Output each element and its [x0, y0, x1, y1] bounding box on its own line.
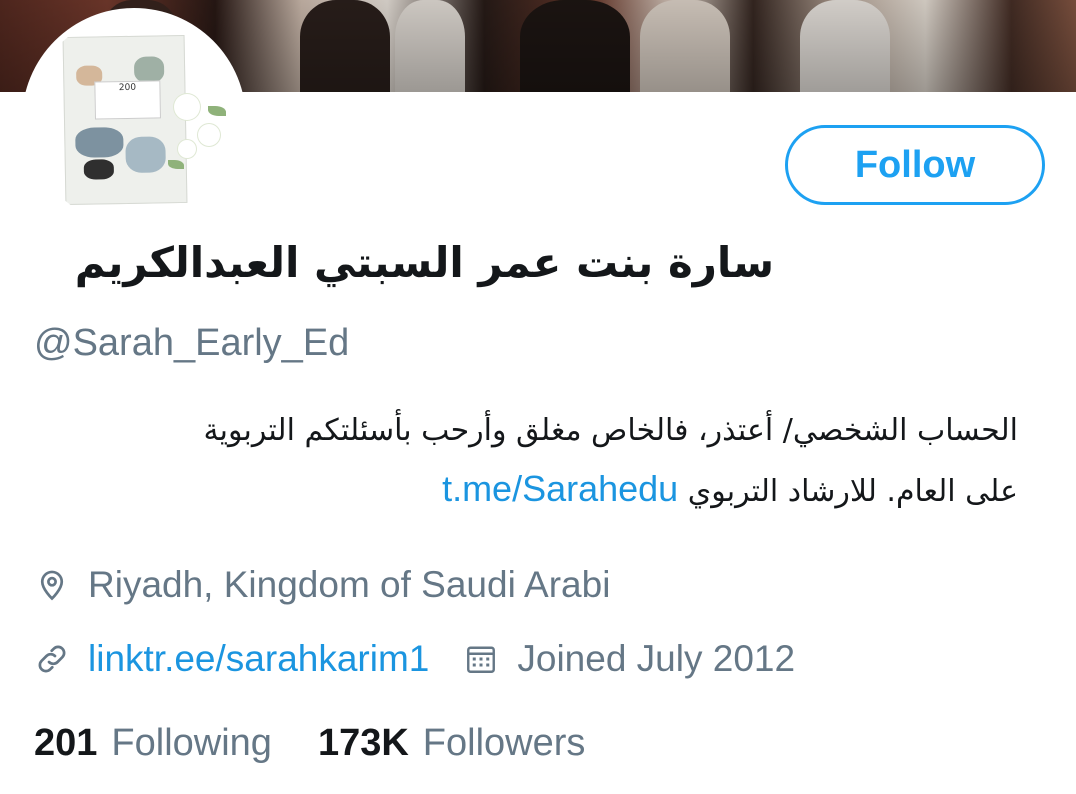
flower-decoration	[198, 124, 220, 146]
user-handle: @Sarah_Early_Ed	[34, 322, 350, 364]
joined-date: Joined July 2012	[517, 638, 796, 679]
book-decoration	[83, 159, 115, 180]
flower-decoration	[178, 140, 196, 158]
book-decoration	[125, 136, 166, 173]
leaf-decoration	[208, 106, 226, 116]
bio-line: على العام. للارشاد التربوي t.me/Sarahedu	[30, 460, 1018, 521]
following-label: Following	[111, 722, 272, 764]
avatar[interactable]: 200	[28, 14, 240, 226]
website-joined-row: linktr.ee/sarahkarim1 Joined July 2012	[34, 638, 795, 680]
bio-text: على العام. للارشاد التربوي	[687, 474, 1018, 509]
location-pin-icon	[40, 570, 64, 601]
link-icon	[38, 645, 66, 673]
followers-count: 173K	[317, 722, 409, 764]
book-decoration	[133, 56, 165, 83]
followers-stat[interactable]: 173K Followers	[318, 722, 585, 765]
calendar-icon	[467, 646, 496, 673]
avatar-book-cover: 200	[62, 34, 188, 206]
display-name: سارة بنت عمر السبتي العبدالكريم	[74, 238, 774, 287]
flower-decoration	[174, 94, 200, 120]
location-row: Riyadh, Kingdom of Saudi Arabi	[34, 564, 610, 606]
followers-label: Followers	[422, 722, 586, 764]
website-link[interactable]: linktr.ee/sarahkarim1	[88, 638, 429, 680]
bio-link[interactable]: t.me/Sarahedu	[442, 468, 678, 509]
book-title: 200	[94, 80, 161, 120]
profile-bio: الحساب الشخصي/ أعتذر، فالخاص مغلق وأرحب …	[30, 402, 1018, 521]
following-count: 201	[34, 722, 98, 764]
following-stat[interactable]: 201 Following	[34, 722, 272, 765]
book-decoration	[75, 127, 124, 158]
bio-line: الحساب الشخصي/ أعتذر، فالخاص مغلق وأرحب …	[203, 413, 1018, 448]
location-text: Riyadh, Kingdom of Saudi Arabi	[88, 564, 611, 605]
follow-button[interactable]: Follow	[785, 125, 1045, 205]
follow-stats: 201 Following 173K Followers	[34, 722, 585, 765]
leaf-decoration	[168, 160, 184, 169]
